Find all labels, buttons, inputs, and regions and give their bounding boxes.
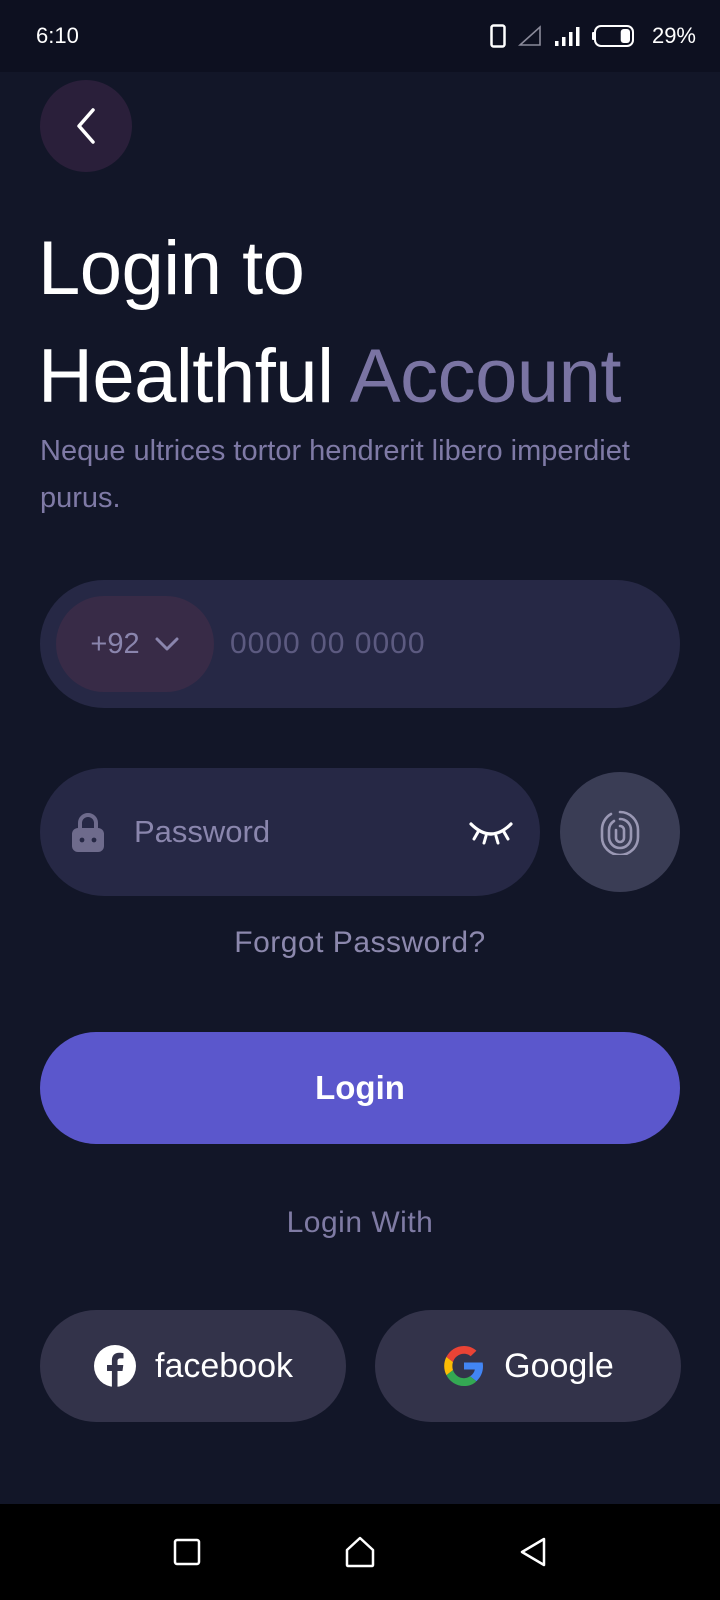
battery-icon bbox=[591, 25, 634, 47]
fingerprint-button[interactable] bbox=[560, 772, 680, 892]
title-main-word: Healthful bbox=[38, 334, 334, 419]
no-signal-icon bbox=[517, 25, 541, 46]
signal-icon bbox=[554, 27, 580, 46]
google-login-button[interactable]: Google bbox=[375, 1310, 681, 1422]
phone-icon bbox=[490, 24, 506, 48]
facebook-label: facebook bbox=[155, 1346, 293, 1385]
eye-closed-icon[interactable] bbox=[468, 812, 514, 852]
page-title: Login to Healthful Account bbox=[38, 215, 698, 431]
title-line-1: Login to bbox=[38, 226, 305, 311]
lock-icon bbox=[72, 813, 104, 852]
google-icon bbox=[444, 1346, 484, 1386]
status-time: 6:10 bbox=[36, 23, 79, 48]
fingerprint-icon bbox=[600, 810, 640, 855]
chevron-left-icon bbox=[77, 108, 95, 144]
recents-icon bbox=[173, 1538, 200, 1566]
status-bar: 6:10 29% bbox=[0, 0, 720, 72]
title-line-2: Healthful Account bbox=[38, 323, 698, 431]
home-button[interactable] bbox=[335, 1527, 385, 1577]
system-nav-bar bbox=[0, 1504, 720, 1600]
battery-percent: 29% bbox=[651, 23, 696, 48]
country-code-value: +92 bbox=[90, 627, 140, 660]
password-input[interactable] bbox=[134, 784, 454, 880]
home-icon bbox=[345, 1536, 375, 1568]
status-icons: 29% bbox=[490, 23, 696, 49]
forgot-password-link[interactable]: Forgot Password? bbox=[0, 926, 720, 960]
page-subtitle: Neque ultrices tortor hendrerit libero i… bbox=[40, 435, 630, 514]
login-with-label: Login With bbox=[286, 1206, 434, 1239]
country-code-select[interactable]: +92 bbox=[56, 596, 214, 692]
phone-input[interactable] bbox=[230, 596, 650, 692]
back-nav-button[interactable] bbox=[508, 1527, 558, 1577]
back-button[interactable] bbox=[40, 80, 132, 172]
chevron-down-icon bbox=[155, 637, 179, 651]
title-accent-word: Account bbox=[349, 334, 622, 419]
google-label: Google bbox=[504, 1346, 614, 1385]
login-button[interactable]: Login bbox=[40, 1032, 680, 1144]
facebook-icon bbox=[94, 1345, 136, 1388]
back-triangle-icon bbox=[521, 1537, 546, 1567]
facebook-login-button[interactable]: facebook bbox=[40, 1310, 346, 1422]
phone-field: +92 bbox=[40, 580, 680, 708]
recents-button[interactable] bbox=[162, 1527, 212, 1577]
password-field bbox=[40, 768, 540, 896]
